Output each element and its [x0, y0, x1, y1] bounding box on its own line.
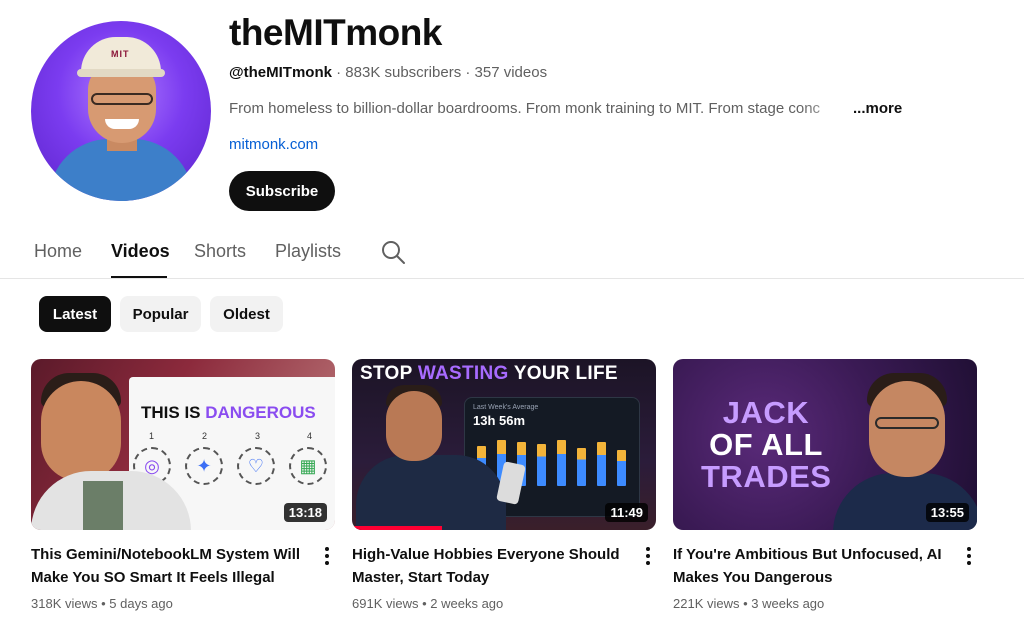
video-meta: 221K views • 3 weeks ago	[673, 596, 824, 611]
video-age: 2 weeks ago	[430, 596, 504, 611]
description-more-link[interactable]: ...more	[853, 100, 902, 117]
active-tab-indicator	[111, 276, 167, 278]
chip-popular[interactable]: Popular	[120, 296, 201, 332]
avatar-smile	[105, 119, 139, 129]
thumbnail-text: THIS IS DANGEROUS	[141, 403, 316, 423]
thumbnail-text: STOP WASTING YOUR LIFE	[360, 363, 618, 385]
screen-time-bar	[617, 450, 626, 486]
meta-separator: •	[97, 596, 110, 611]
video-duration: 13:55	[925, 503, 969, 522]
video-meta: 691K views • 2 weeks ago	[352, 596, 503, 611]
channel-description[interactable]: From homeless to billion-dollar boardroo…	[229, 100, 859, 117]
video-duration: 11:49	[605, 503, 648, 522]
video-duration: 13:18	[283, 503, 327, 522]
thumbnail-text-highlight: JACK	[722, 395, 810, 430]
channel-website-link[interactable]: mitmonk.com	[229, 136, 318, 153]
channel-handle: @theMITmonk	[229, 64, 332, 81]
screen-time-bar	[577, 448, 586, 486]
screen-time-bar	[557, 440, 566, 486]
description-fade	[800, 96, 860, 122]
person-shirt	[83, 481, 123, 530]
meta-separator: •	[418, 596, 431, 611]
channel-tabs: Home Videos Shorts Playlists	[0, 231, 1024, 279]
thumbnail-text-part: OF ALL	[709, 427, 823, 462]
video-age: 3 weeks ago	[751, 596, 825, 611]
chip-oldest[interactable]: Oldest	[210, 296, 283, 332]
more-actions-icon[interactable]	[640, 545, 656, 567]
search-icon[interactable]	[380, 239, 406, 265]
chip-latest[interactable]: Latest	[39, 296, 111, 332]
more-actions-icon[interactable]	[319, 545, 335, 567]
heart-icon: ♡	[237, 447, 275, 485]
meta-separator: •	[739, 596, 752, 611]
video-card[interactable]: THIS IS DANGEROUS 1 2 3 4 ◎ ✦ ♡ ▦ 13:18 …	[31, 359, 335, 611]
google-workspace-icon: ▦	[289, 447, 327, 485]
video-title[interactable]: This Gemini/NotebookLM System Will Make …	[31, 543, 311, 589]
video-views: 691K views	[352, 596, 419, 611]
channel-meta: @theMITmonk · 883K subscribers · 357 vid…	[229, 64, 547, 81]
tab-shorts[interactable]: Shorts	[194, 241, 246, 262]
screen-time-bar	[597, 442, 606, 486]
channel-title: theMITmonk	[229, 12, 442, 53]
avatar-cap-brim	[77, 69, 165, 77]
thumbnail-step-number: 2	[202, 431, 208, 441]
video-thumbnail[interactable]: JACK OF ALL TRADES 13:55	[673, 359, 977, 530]
thumbnail-text-highlight: DANGEROUS	[205, 403, 316, 422]
channel-avatar[interactable]: MIT	[31, 21, 211, 201]
thumbnail-text-part: YOUR LIFE	[508, 363, 618, 384]
video-title[interactable]: High-Value Hobbies Everyone Should Maste…	[352, 543, 632, 589]
video-card[interactable]: STOP WASTING YOUR LIFE Last Week's Avera…	[352, 359, 656, 611]
video-views: 221K views	[673, 596, 740, 611]
person-glasses	[875, 417, 939, 429]
video-views: 318K views	[31, 596, 98, 611]
video-age: 5 days ago	[109, 596, 173, 611]
video-meta: 318K views • 5 days ago	[31, 596, 173, 611]
tab-home[interactable]: Home	[34, 241, 82, 262]
more-actions-icon[interactable]	[961, 545, 977, 567]
subscribe-button[interactable]: Subscribe	[229, 171, 335, 211]
tab-videos[interactable]: Videos	[111, 241, 170, 262]
video-card[interactable]: JACK OF ALL TRADES 13:55 If You're Ambit…	[673, 359, 977, 611]
video-thumbnail[interactable]: THIS IS DANGEROUS 1 2 3 4 ◎ ✦ ♡ ▦ 13:18	[31, 359, 335, 530]
screen-time-bar	[537, 444, 546, 486]
panel-caption: Last Week's Average	[473, 404, 539, 411]
gemini-sparkle-icon: ✦	[185, 447, 223, 485]
thumbnail-text-part: THIS IS	[141, 403, 206, 422]
panel-value: 13h 56m	[473, 413, 526, 428]
video-title[interactable]: If You're Ambitious But Unfocused, AI Ma…	[673, 543, 953, 589]
person-face	[869, 381, 945, 477]
person-face	[41, 381, 121, 481]
thumbnail-step-number: 4	[307, 431, 313, 441]
thumbnail-step-number: 1	[149, 431, 155, 441]
thumbnail-text-highlight: TRADES	[701, 459, 832, 494]
channel-stats: · 883K subscribers · 357 videos	[331, 64, 548, 81]
person-body	[356, 455, 506, 530]
thumbnail-text-highlight: WASTING	[417, 363, 509, 384]
person-face	[386, 391, 442, 461]
thumbnail-step-number: 3	[255, 431, 261, 441]
video-thumbnail[interactable]: STOP WASTING YOUR LIFE Last Week's Avera…	[352, 359, 656, 530]
avatar-cap-logo: MIT	[111, 49, 130, 59]
watch-progress-bar	[352, 526, 442, 530]
thumbnail-text: JACK OF ALL TRADES	[701, 397, 831, 493]
avatar-glasses	[91, 93, 153, 105]
thumbnail-text-part: STOP	[360, 363, 418, 384]
tab-playlists[interactable]: Playlists	[275, 241, 341, 262]
